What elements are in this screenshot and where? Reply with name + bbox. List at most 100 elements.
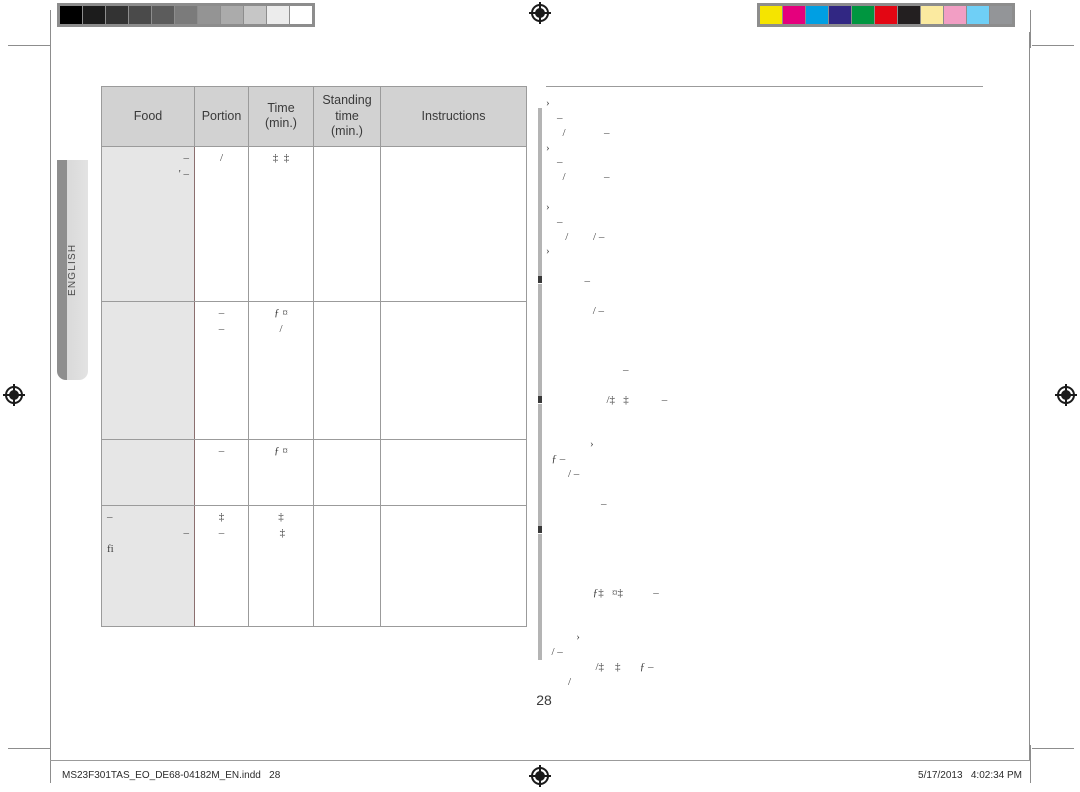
color-swatch-7 xyxy=(921,6,943,24)
cell-portion: / xyxy=(194,145,249,302)
cell-food xyxy=(101,300,195,440)
crop-mark xyxy=(8,45,50,46)
right-column-line xyxy=(546,423,986,438)
right-column-line xyxy=(546,616,986,631)
cell-portion: – – xyxy=(194,300,249,440)
crop-mark xyxy=(50,745,51,783)
crop-mark xyxy=(8,748,50,749)
crop-mark xyxy=(50,10,51,48)
right-column-line xyxy=(546,601,986,616)
margin-rail-cap xyxy=(538,396,542,403)
color-swatch-6 xyxy=(898,6,920,24)
right-column-line: – xyxy=(546,156,563,169)
cell-instructions xyxy=(380,145,527,302)
table-body: – ' – / ‡ ‡ – – ƒ ¤ / – ƒ ¤ – – fi ‡ – ‡… xyxy=(101,145,527,627)
right-column-line xyxy=(546,526,986,541)
gray-swatch-0 xyxy=(60,6,82,24)
text-fragment: ƒ ¤ xyxy=(274,444,288,457)
right-column-line: › xyxy=(546,97,550,109)
crop-mark xyxy=(1032,45,1074,46)
color-swatch-8 xyxy=(944,6,966,24)
cell-instructions xyxy=(380,300,527,440)
margin-rail xyxy=(538,108,542,276)
crop-mark xyxy=(1030,10,1031,48)
text-fragment: ‡ xyxy=(278,510,284,523)
text-fragment: – xyxy=(218,306,225,319)
cell-portion: – xyxy=(194,438,249,506)
cell-instructions xyxy=(380,504,527,627)
registration-target-right xyxy=(1055,384,1077,406)
column-header-portion: Portion xyxy=(194,86,249,147)
column-header-standing-time: Standing time (min.) xyxy=(313,86,381,147)
gray-swatch-1 xyxy=(83,6,105,24)
text-fragment: / xyxy=(219,151,224,164)
right-column-line: › xyxy=(546,200,550,213)
gray-swatch-2 xyxy=(106,6,128,24)
margin-rail-cap xyxy=(538,526,542,533)
gray-swatch-6 xyxy=(198,6,220,24)
column-header-time: Time (min.) xyxy=(248,86,314,147)
language-side-tab: ENGLISH xyxy=(57,160,88,380)
color-swatch-3 xyxy=(829,6,851,24)
text-fragment: ƒ ¤ xyxy=(274,306,288,319)
right-column-line xyxy=(546,289,986,304)
right-column-line xyxy=(546,259,986,274)
right-column-line: / – xyxy=(546,126,610,139)
gray-swatch-5 xyxy=(175,6,197,24)
right-column-line xyxy=(546,512,986,527)
text-fragment: – xyxy=(218,444,225,457)
right-column-line: › xyxy=(546,245,550,258)
table-row: – ' – / ‡ ‡ xyxy=(101,145,527,302)
color-swatch-5 xyxy=(875,6,897,24)
footer-divider xyxy=(50,760,1030,761)
right-column-line xyxy=(546,334,986,349)
gray-swatch-9 xyxy=(267,6,289,24)
cell-food xyxy=(101,438,195,506)
cell-portion: ‡ – xyxy=(194,504,249,627)
text-fragment: – xyxy=(167,526,190,539)
text-fragment: ‡ xyxy=(276,526,286,539)
column-header-food: Food xyxy=(101,86,195,147)
right-column-line xyxy=(546,482,986,497)
text-fragment: ‡ ‡ xyxy=(272,151,290,164)
right-column-line: /‡ ‡ ƒ – xyxy=(546,661,654,674)
column-header-standing-unit: (min.) xyxy=(331,124,363,139)
cooking-guide-table: Food Portion Time (min.) Standing time (… xyxy=(101,86,527,627)
margin-rail xyxy=(538,404,542,526)
column-header-standing-word: time xyxy=(335,108,359,123)
cell-time: ƒ ¤ / xyxy=(248,300,314,440)
right-column-line: / – xyxy=(546,304,605,317)
text-fragment: fi xyxy=(107,542,114,555)
gray-swatch-3 xyxy=(129,6,151,24)
right-column-line: ƒ – xyxy=(546,453,566,466)
cell-instructions xyxy=(380,438,527,506)
right-column-line xyxy=(546,319,986,334)
gray-swatch-7 xyxy=(221,6,243,24)
right-column-line: › xyxy=(546,141,550,154)
gray-swatch-8 xyxy=(244,6,266,24)
right-column-line: – xyxy=(546,111,563,124)
right-column-line: / – xyxy=(546,171,610,184)
right-column-line xyxy=(546,408,986,423)
text-fragment: – xyxy=(218,526,225,539)
right-column-line: / – xyxy=(546,468,580,481)
table-row: – – ƒ ¤ / xyxy=(101,300,527,440)
color-swatch-4 xyxy=(852,6,874,24)
text-fragment: – xyxy=(183,151,190,164)
right-column-line: – xyxy=(546,497,607,510)
crop-mark xyxy=(1032,748,1074,749)
table-header-row: Food Portion Time (min.) Standing time (… xyxy=(101,86,527,147)
registration-target-top xyxy=(529,2,551,24)
text-fragment: ' – xyxy=(178,167,189,180)
manual-page: ENGLISH Food Portion Time (min.) Standin… xyxy=(0,0,1080,792)
right-column-line xyxy=(546,556,986,571)
footer-timestamp: 5/17/2013 4:02:34 PM xyxy=(918,770,1022,781)
right-column-line: / / – xyxy=(546,230,605,243)
right-column-line xyxy=(546,541,986,556)
right-column-line: / – xyxy=(546,646,563,659)
column-header-standing-label: Standing xyxy=(322,93,372,107)
cell-food: – – fi xyxy=(101,504,195,627)
cell-standing-time xyxy=(313,438,381,506)
text-fragment: ‡ xyxy=(218,510,225,523)
color-swatch-1 xyxy=(783,6,805,24)
